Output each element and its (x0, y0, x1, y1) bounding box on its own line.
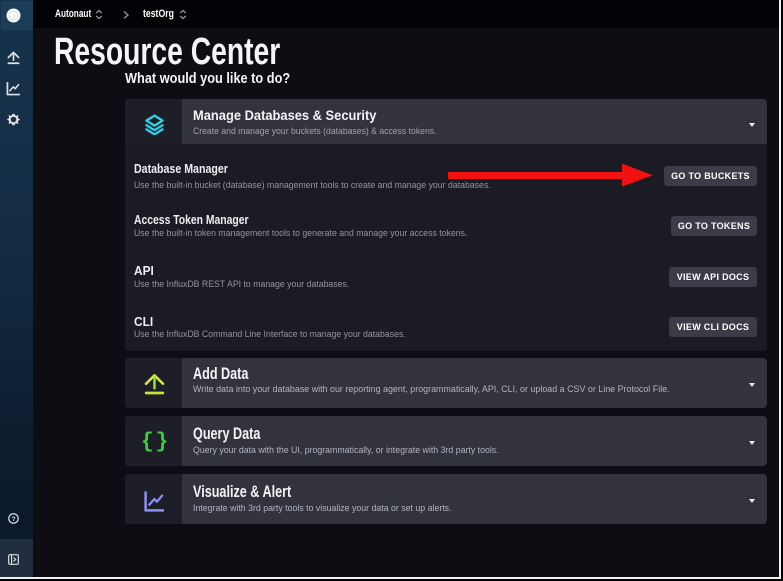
svg-text:?: ? (11, 516, 15, 523)
